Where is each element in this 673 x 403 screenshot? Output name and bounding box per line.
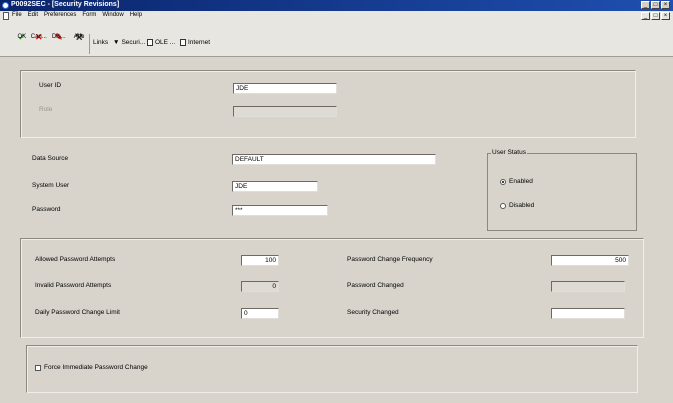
links-button[interactable]: Links <box>93 39 108 46</box>
password-field[interactable]: *** <box>232 205 328 216</box>
security-changed-field[interactable] <box>551 308 625 319</box>
toolbar: ✓ OK ✕ Can... ✎ Dis... ⚒ Abo Links ▼ Sec… <box>0 21 673 57</box>
cancel-button[interactable]: ✕ Can... <box>31 33 47 42</box>
menu-edit[interactable]: Edit <box>28 12 38 18</box>
radio-selected-icon <box>500 178 506 185</box>
change-frequency-label: Password Change Frequency <box>347 256 433 263</box>
doc-close-icon[interactable]: × <box>661 12 670 20</box>
enabled-label: Enabled <box>509 178 533 185</box>
toolbar-separator <box>89 34 90 54</box>
data-source-field[interactable]: DEFAULT <box>232 154 436 165</box>
daily-limit-field[interactable]: 0 <box>241 308 279 319</box>
checkbox-icon <box>35 364 41 371</box>
about-label: Abo <box>73 34 85 40</box>
role-label: Role <box>39 106 53 113</box>
document-icon <box>3 12 9 20</box>
title-bar: P0092SEC - [Security Revisions] _ □ × <box>0 0 673 11</box>
daily-limit-label: Daily Password Change Limit <box>35 309 120 316</box>
disabled-radio[interactable]: Disabled <box>500 202 534 209</box>
display-button[interactable]: ✎ Dis... <box>51 33 66 42</box>
ole-button[interactable]: OLE ... <box>147 39 175 46</box>
app-icon <box>2 2 9 9</box>
internet-icon <box>180 39 186 46</box>
about-button[interactable]: ⚒ Abo <box>73 33 85 42</box>
password-changed-label: Password Changed <box>347 282 404 289</box>
doc-minimize-icon[interactable]: _ <box>641 12 650 20</box>
display-label: Dis... <box>51 34 66 40</box>
allowed-attempts-label: Allowed Password Attempts <box>35 256 116 263</box>
menu-help[interactable]: Help <box>130 12 142 18</box>
doc-restore-icon[interactable]: □ <box>651 12 660 20</box>
role-field <box>233 106 337 117</box>
user-id-label: User ID <box>39 82 62 89</box>
allowed-attempts-field[interactable]: 100 <box>241 255 279 266</box>
options-panel: Force Immediate Password Change <box>26 345 638 393</box>
data-source-label: Data Source <box>32 155 69 162</box>
menu-window[interactable]: Window <box>102 12 123 18</box>
internet-button[interactable]: Internet <box>180 39 210 46</box>
ok-button[interactable]: ✓ OK <box>17 33 27 42</box>
maximize-icon[interactable]: □ <box>651 1 660 9</box>
radio-unselected-icon <box>500 202 506 209</box>
security-changed-label: Security Changed <box>347 309 399 316</box>
force-change-checkbox[interactable]: Force Immediate Password Change <box>35 364 148 371</box>
cancel-label: Can... <box>30 34 47 40</box>
menu-form[interactable]: Form <box>82 12 96 18</box>
close-icon[interactable]: × <box>661 1 670 9</box>
change-frequency-field[interactable]: 500 <box>551 255 629 266</box>
document-window-controls: _ □ × <box>641 12 670 20</box>
user-status-group: User Status Enabled Disabled <box>487 149 637 231</box>
ole-icon <box>147 39 153 46</box>
window-title: P0092SEC - [Security Revisions] <box>11 1 120 8</box>
invalid-attempts-field: 0 <box>241 281 279 292</box>
password-label: Password <box>32 206 61 213</box>
user-panel: User ID JDE Role <box>20 70 636 138</box>
password-changed-field <box>551 281 625 292</box>
user-id-field[interactable]: JDE <box>233 83 337 94</box>
internet-label: Internet <box>188 39 211 46</box>
invalid-attempts-label: Invalid Password Attempts <box>35 282 112 289</box>
system-user-label: System User <box>32 182 70 189</box>
ole-label: OLE ... <box>155 39 176 46</box>
force-change-label: Force Immediate Password Change <box>44 364 148 371</box>
enabled-radio[interactable]: Enabled <box>500 178 533 185</box>
system-user-field[interactable]: JDE <box>232 181 318 192</box>
minimize-icon[interactable]: _ <box>641 1 650 9</box>
security-revisions-form: User ID JDE Role Data Source DEFAULT Sys… <box>12 58 652 400</box>
ok-label: OK <box>17 34 27 40</box>
window-controls: _ □ × <box>641 1 670 9</box>
links-label: Links <box>93 39 109 46</box>
user-status-legend: User Status <box>491 149 527 156</box>
security-menu-button[interactable]: ▼ Securi... <box>113 39 145 46</box>
menu-preferences[interactable]: Preferences <box>44 12 76 18</box>
dropdown-arrow-icon: ▼ <box>113 39 120 46</box>
menu-bar: File Edit Preferences Form Window Help _… <box>0 11 673 21</box>
security-label: Securi... <box>121 39 146 46</box>
password-policy-panel: Allowed Password Attempts 100 Invalid Pa… <box>20 238 644 338</box>
disabled-label: Disabled <box>509 202 535 209</box>
menu-file[interactable]: File <box>12 12 22 18</box>
